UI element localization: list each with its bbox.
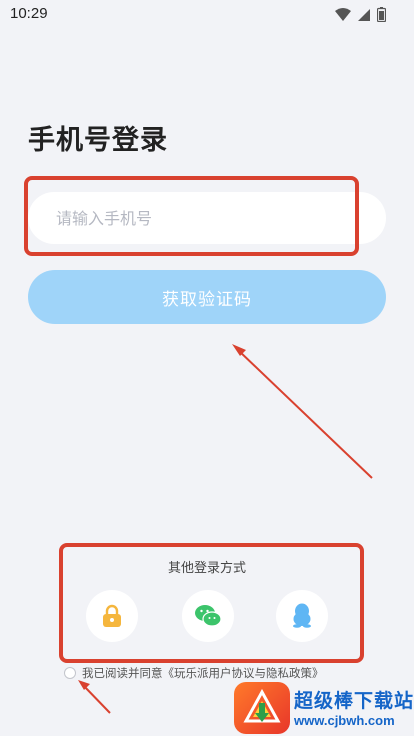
agreement-text[interactable]: 我已阅读并同意《玩乐派用户协议与隐私政策》 [82, 665, 324, 681]
page-title: 手机号登录 [28, 125, 168, 156]
annotation-arrowhead-upper [232, 344, 246, 356]
annotation-arrow-upper [237, 349, 373, 479]
annotation-box-input [24, 176, 359, 256]
agreement-row: 我已阅读并同意《玩乐派用户协议与隐私政策》 [64, 665, 324, 681]
battery-icon [377, 7, 386, 22]
download-logo-icon [243, 689, 281, 723]
wechat-login-button[interactable] [182, 590, 234, 642]
watermark-logo [234, 682, 290, 734]
password-login-button[interactable] [86, 590, 138, 642]
watermark-title: 超级棒下载站 [294, 689, 414, 712]
wechat-icon [195, 605, 222, 627]
annotation-arrowhead-lower [78, 680, 90, 690]
qq-icon [293, 603, 311, 628]
other-login-label: 其他登录方式 [167, 561, 246, 576]
annotation-arrow-lower [81, 683, 111, 714]
watermark-url: www.cjbwh.com [294, 712, 395, 728]
qq-login-button[interactable] [276, 590, 328, 642]
signal-icon [358, 8, 370, 21]
lock-icon [103, 604, 121, 627]
status-bar: 10:29 [0, 0, 414, 30]
status-time: 10:29 [10, 5, 48, 22]
watermark: 超级棒下载站 www.cjbwh.com [234, 680, 414, 736]
agreement-checkbox[interactable] [64, 667, 76, 679]
get-code-button[interactable]: 获取验证码 [28, 270, 386, 324]
status-icons [335, 7, 386, 22]
wifi-icon [335, 7, 351, 21]
